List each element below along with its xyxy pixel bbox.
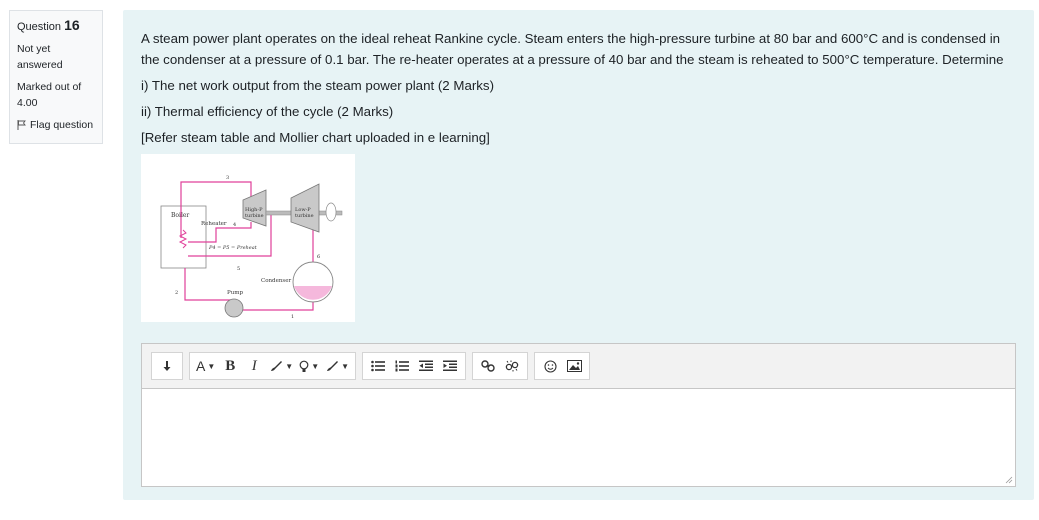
chevron-down-icon: ▼ [207, 361, 216, 371]
insert-link-button[interactable] [476, 354, 500, 378]
question-paragraph: A steam power plant operates on the idea… [141, 31, 1004, 67]
indent-icon [443, 360, 458, 371]
editor-toolbar: A ▼ B I ▼ ▼ ▼ [141, 343, 1016, 389]
state-label-4: 4 [233, 222, 236, 228]
brush-icon [271, 361, 283, 371]
state-label-6: 6 [317, 254, 320, 260]
rankine-cycle-diagram: Boiler High-P turbine Low-P turbine Cond… [141, 154, 355, 322]
unlink-icon [505, 360, 519, 372]
condenser-liquid [294, 286, 332, 300]
state-label-3: 3 [226, 175, 229, 181]
pressure-relation: P4 = P5 = Preheat [208, 245, 258, 251]
image-icon [566, 360, 582, 372]
smiley-icon [543, 359, 557, 373]
question-part-i: i) The net work output from the steam po… [141, 78, 495, 93]
show-more-buttons[interactable] [155, 354, 179, 378]
question-number: Question 16 [17, 17, 80, 33]
text-color-dropdown[interactable]: ▼ [266, 354, 296, 378]
flag-question-link[interactable]: Flag question [17, 117, 95, 133]
toolbar-group-collapse [151, 352, 183, 380]
question-part-ii: ii) Thermal efficiency of the cycle (2 M… [141, 104, 394, 119]
chevron-down-icon: ▼ [341, 361, 350, 371]
expand-arrow-icon [163, 361, 171, 371]
state-label-2: 2 [175, 290, 178, 296]
ordered-list-button[interactable] [390, 354, 414, 378]
question-note: [Refer steam table and Mollier chart upl… [141, 130, 490, 145]
chevron-down-icon: ▼ [285, 361, 294, 371]
outdent-icon [419, 360, 434, 371]
insert-emoji-button[interactable] [538, 354, 562, 378]
insert-image-button[interactable] [562, 354, 586, 378]
pipe-condenser-to-pump [237, 300, 314, 311]
toolbar-group-links [472, 352, 529, 380]
bullet-list-icon [371, 360, 386, 372]
flag-icon [17, 120, 26, 130]
toolbar-group-media [534, 352, 591, 380]
resize-handle-icon[interactable] [1005, 476, 1013, 484]
lp-turbine-label-2: turbine [295, 213, 314, 219]
chevron-down-icon: ▼ [311, 361, 320, 371]
pipe-pump-to-boiler [184, 268, 231, 301]
question-info: Question 16 Not yet answered Marked out … [9, 10, 103, 144]
unordered-list-button[interactable] [366, 354, 390, 378]
answer-editor[interactable] [141, 388, 1016, 487]
numbered-list-icon [395, 360, 410, 372]
question-text: A steam power plant operates on the idea… [141, 28, 1021, 153]
pump [224, 298, 244, 318]
unlink-button[interactable] [500, 354, 524, 378]
question-content: A steam power plant operates on the idea… [123, 10, 1034, 500]
question-grade: Marked out of 4.00 [17, 81, 82, 109]
background-color-dropdown[interactable]: ▼ [322, 354, 352, 378]
italic-button[interactable]: I [242, 354, 266, 378]
generator [325, 202, 337, 222]
reheater-label: Reheater [201, 221, 227, 227]
hp-turbine-label-2: turbine [245, 213, 264, 219]
indent-button[interactable] [438, 354, 462, 378]
outdent-button[interactable] [414, 354, 438, 378]
condenser-label: Condenser [261, 278, 291, 284]
font-style-dropdown[interactable]: A ▼ [193, 354, 218, 378]
highlight-dropdown[interactable]: ▼ [296, 354, 322, 378]
lightbulb-icon [299, 360, 309, 372]
link-icon [481, 360, 495, 372]
toolbar-group-lists [362, 352, 467, 380]
brush-icon [327, 361, 339, 371]
state-label-5: 5 [237, 266, 240, 272]
bold-button[interactable]: B [218, 354, 242, 378]
toolbar-group-style: A ▼ B I ▼ ▼ ▼ [189, 352, 357, 380]
boiler-label: Boiler [171, 212, 189, 219]
question-state: Not yet answered [17, 43, 63, 71]
pump-label: Pump [227, 290, 243, 296]
state-label-1: 1 [291, 314, 294, 320]
